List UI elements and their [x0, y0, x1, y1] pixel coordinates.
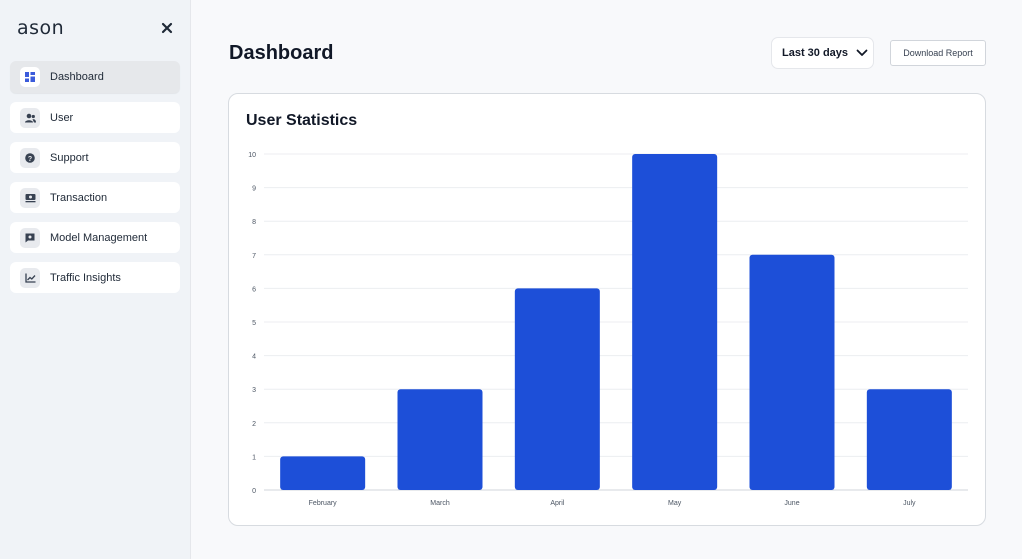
bar-march[interactable]	[397, 389, 483, 490]
support-icon: ?	[20, 147, 40, 168]
x-tick-label: February	[309, 500, 338, 507]
chevron-down-icon	[856, 49, 868, 56]
bar-may[interactable]	[632, 154, 718, 490]
y-tick-label: 1	[252, 454, 256, 461]
date-range-label: Last 30 days	[782, 47, 849, 59]
y-tick-label: 2	[252, 421, 256, 428]
y-tick-label: 4	[252, 354, 256, 361]
download-report-button[interactable]: Download Report	[890, 40, 986, 66]
sidebar-item-support[interactable]: ? Support	[10, 142, 180, 173]
sidebar-item-transaction[interactable]: Transaction	[10, 182, 180, 213]
svg-text:?: ?	[28, 156, 32, 163]
traffic-insights-icon	[20, 267, 40, 288]
y-tick-label: 7	[252, 253, 256, 260]
sidebar-item-label: Transaction	[50, 191, 108, 204]
sidebar-item-model-management[interactable]: Model Management	[10, 222, 180, 253]
bar-february[interactable]	[280, 456, 366, 490]
date-range-select[interactable]: Last 30 days	[771, 37, 874, 69]
sidebar-item-label: Dashboard	[50, 71, 104, 83]
transaction-icon	[20, 187, 40, 208]
y-tick-label: 8	[252, 219, 256, 226]
y-tick-label: 6	[252, 286, 256, 293]
x-tick-label: May	[668, 500, 682, 507]
bar-april[interactable]	[514, 288, 600, 490]
sidebar-item-dashboard[interactable]: Dashboard	[10, 61, 180, 93]
user-statistics-card: User Statistics 0 1 2 3 4 5 6 7 8 9 10 February Marc…	[228, 93, 986, 526]
sidebar: ason Dashboard User ? Support Transactio…	[0, 0, 191, 559]
user-statistics-chart: 0 1 2 3 4 5 6 7 8 9 10 February March April May June Jul…	[248, 152, 968, 507]
sidebar-nav: Dashboard User ? Support Transaction Mod…	[10, 61, 180, 302]
y-tick-label: 3	[252, 387, 256, 394]
sidebar-item-label: User	[50, 111, 74, 124]
x-tick-label: June	[784, 500, 799, 507]
x-tick-label: March	[430, 500, 450, 507]
sidebar-item-label: Traffic Insights	[50, 271, 121, 284]
sidebar-item-label: Model Management	[50, 231, 148, 244]
page-title: Dashboard	[229, 42, 334, 64]
bar-june[interactable]	[749, 254, 835, 490]
sidebar-item-user[interactable]: User	[10, 102, 180, 133]
y-tick-label: 10	[248, 152, 256, 159]
x-tick-label: April	[550, 500, 564, 507]
sidebar-item-traffic-insights[interactable]: Traffic Insights	[10, 262, 180, 293]
app-logo: ason	[17, 17, 65, 39]
y-tick-label: 0	[252, 488, 256, 495]
x-tick-label: July	[903, 500, 916, 507]
y-tick-label: 5	[252, 320, 256, 327]
model-management-icon	[20, 227, 40, 248]
bar-july[interactable]	[866, 389, 952, 490]
close-sidebar-icon[interactable]	[160, 21, 174, 35]
y-tick-label: 9	[252, 186, 256, 193]
sidebar-item-label: Support	[50, 151, 89, 164]
dashboard-icon	[20, 67, 40, 87]
user-icon	[20, 107, 40, 128]
